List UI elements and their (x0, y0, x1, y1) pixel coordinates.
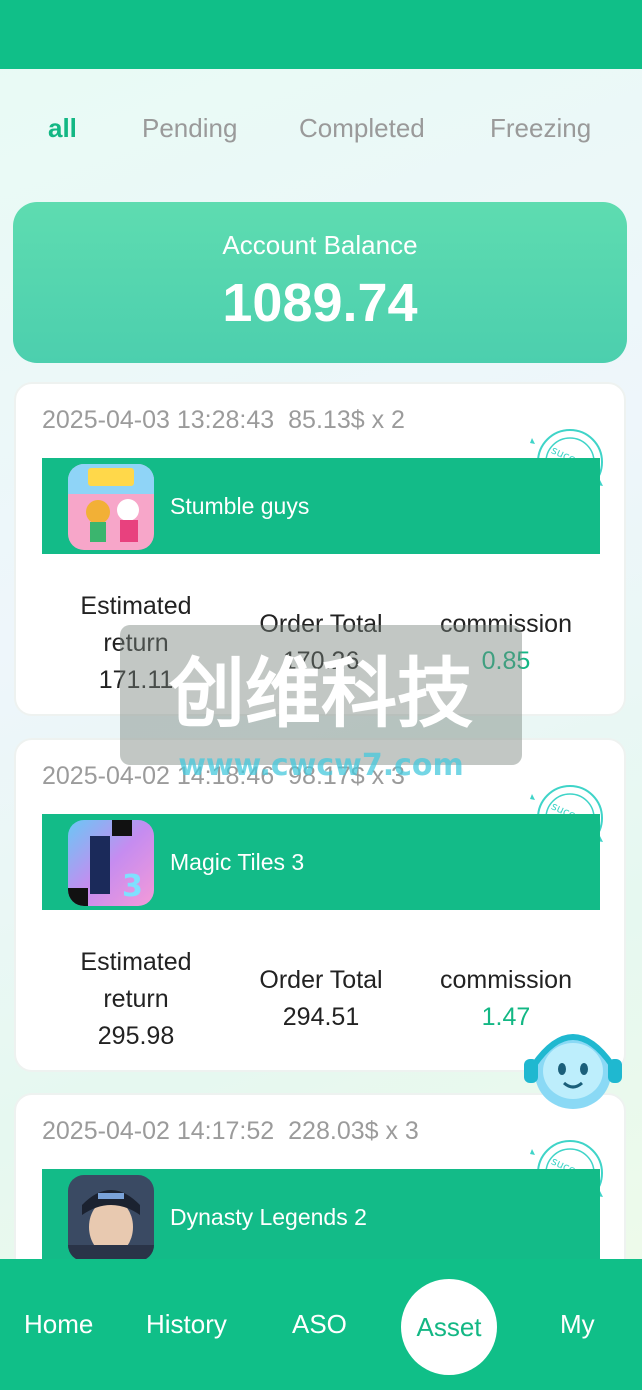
order-total-value: 294.51 (282, 1003, 360, 1031)
estimated-return-label: Estimated return (80, 592, 192, 657)
order-header: 2025-04-02 14:17:52 228.03$ x 3 (42, 1117, 419, 1146)
bottom-navigation: Home History ASO Asset My (0, 1259, 642, 1390)
nav-asset[interactable]: Asset (401, 1279, 497, 1375)
game-name: Stumble guys (170, 493, 310, 519)
dynasty-legends-icon (68, 1175, 154, 1261)
stumble-guys-icon (68, 464, 154, 550)
estimated-return-label: Estimated return (80, 948, 192, 1013)
account-balance-card: Account Balance 1089.74 (13, 202, 627, 363)
nav-history[interactable]: History (146, 1309, 227, 1340)
nav-aso[interactable]: ASO (292, 1309, 347, 1340)
magic-tiles-icon: 3 (68, 820, 154, 906)
nav-home[interactable]: Home (24, 1309, 93, 1340)
order-total-value: 170.26 (282, 647, 360, 675)
svg-text:3: 3 (122, 869, 143, 904)
tab-freezing[interactable]: Freezing (490, 100, 591, 156)
order-stats: Estimated return 171.11 Order Total 170.… (16, 588, 628, 698)
balance-value: 1089.74 (222, 273, 418, 333)
top-bar (0, 0, 642, 69)
balance-label: Account Balance (222, 230, 418, 260)
order-total: Order Total 294.51 (236, 962, 406, 1036)
order-header: 2025-04-02 14:18:46 98.17$ x 3 (42, 762, 405, 791)
commission: commission 0.85 (421, 606, 591, 680)
order-amount: 98.17$ x 3 (288, 762, 405, 790)
estimated-return-value: 295.98 (97, 1022, 175, 1050)
game-name: Dynasty Legends 2 (170, 1204, 367, 1230)
tab-pending[interactable]: Pending (142, 100, 237, 156)
commission-label: commission (440, 610, 572, 638)
order-total: Order Total 170.26 (236, 606, 406, 680)
estimated-return: Estimated return 295.98 (56, 944, 216, 1055)
commission-label: commission (440, 966, 572, 994)
game-row[interactable]: 3 Magic Tiles 3 (42, 814, 600, 910)
order-amount: 85.13$ x 2 (288, 406, 405, 434)
commission-value: 0.85 (481, 647, 531, 675)
order-card[interactable]: 2025-04-03 13:28:4385.13$ x 2 success St… (14, 382, 626, 716)
order-total-label: Order Total (259, 966, 383, 994)
game-name: Magic Tiles 3 (170, 849, 305, 875)
estimated-return-value: 171.11 (98, 666, 174, 694)
estimated-return: Estimated return 171.11 (56, 588, 216, 699)
nav-my[interactable]: My (560, 1309, 595, 1340)
tab-completed[interactable]: Completed (299, 100, 425, 156)
order-header: 2025-04-03 13:28:43 85.13$ x 2 (42, 406, 405, 435)
order-datetime: 2025-04-02 14:18:46 (42, 762, 275, 790)
order-total-label: Order Total (259, 610, 383, 638)
order-amount: 228.03$ x 3 (288, 1117, 419, 1145)
game-row[interactable]: Stumble guys (42, 458, 600, 554)
customer-service-avatar-icon[interactable] (520, 1015, 626, 1115)
order-datetime: 2025-04-02 14:17:52 (42, 1117, 275, 1145)
order-datetime: 2025-04-03 13:28:43 (42, 406, 275, 434)
game-row[interactable]: Dynasty Legends 2 (42, 1169, 600, 1265)
status-tabs: all Pending Completed Freezing (0, 100, 642, 156)
tab-all[interactable]: all (48, 100, 77, 156)
